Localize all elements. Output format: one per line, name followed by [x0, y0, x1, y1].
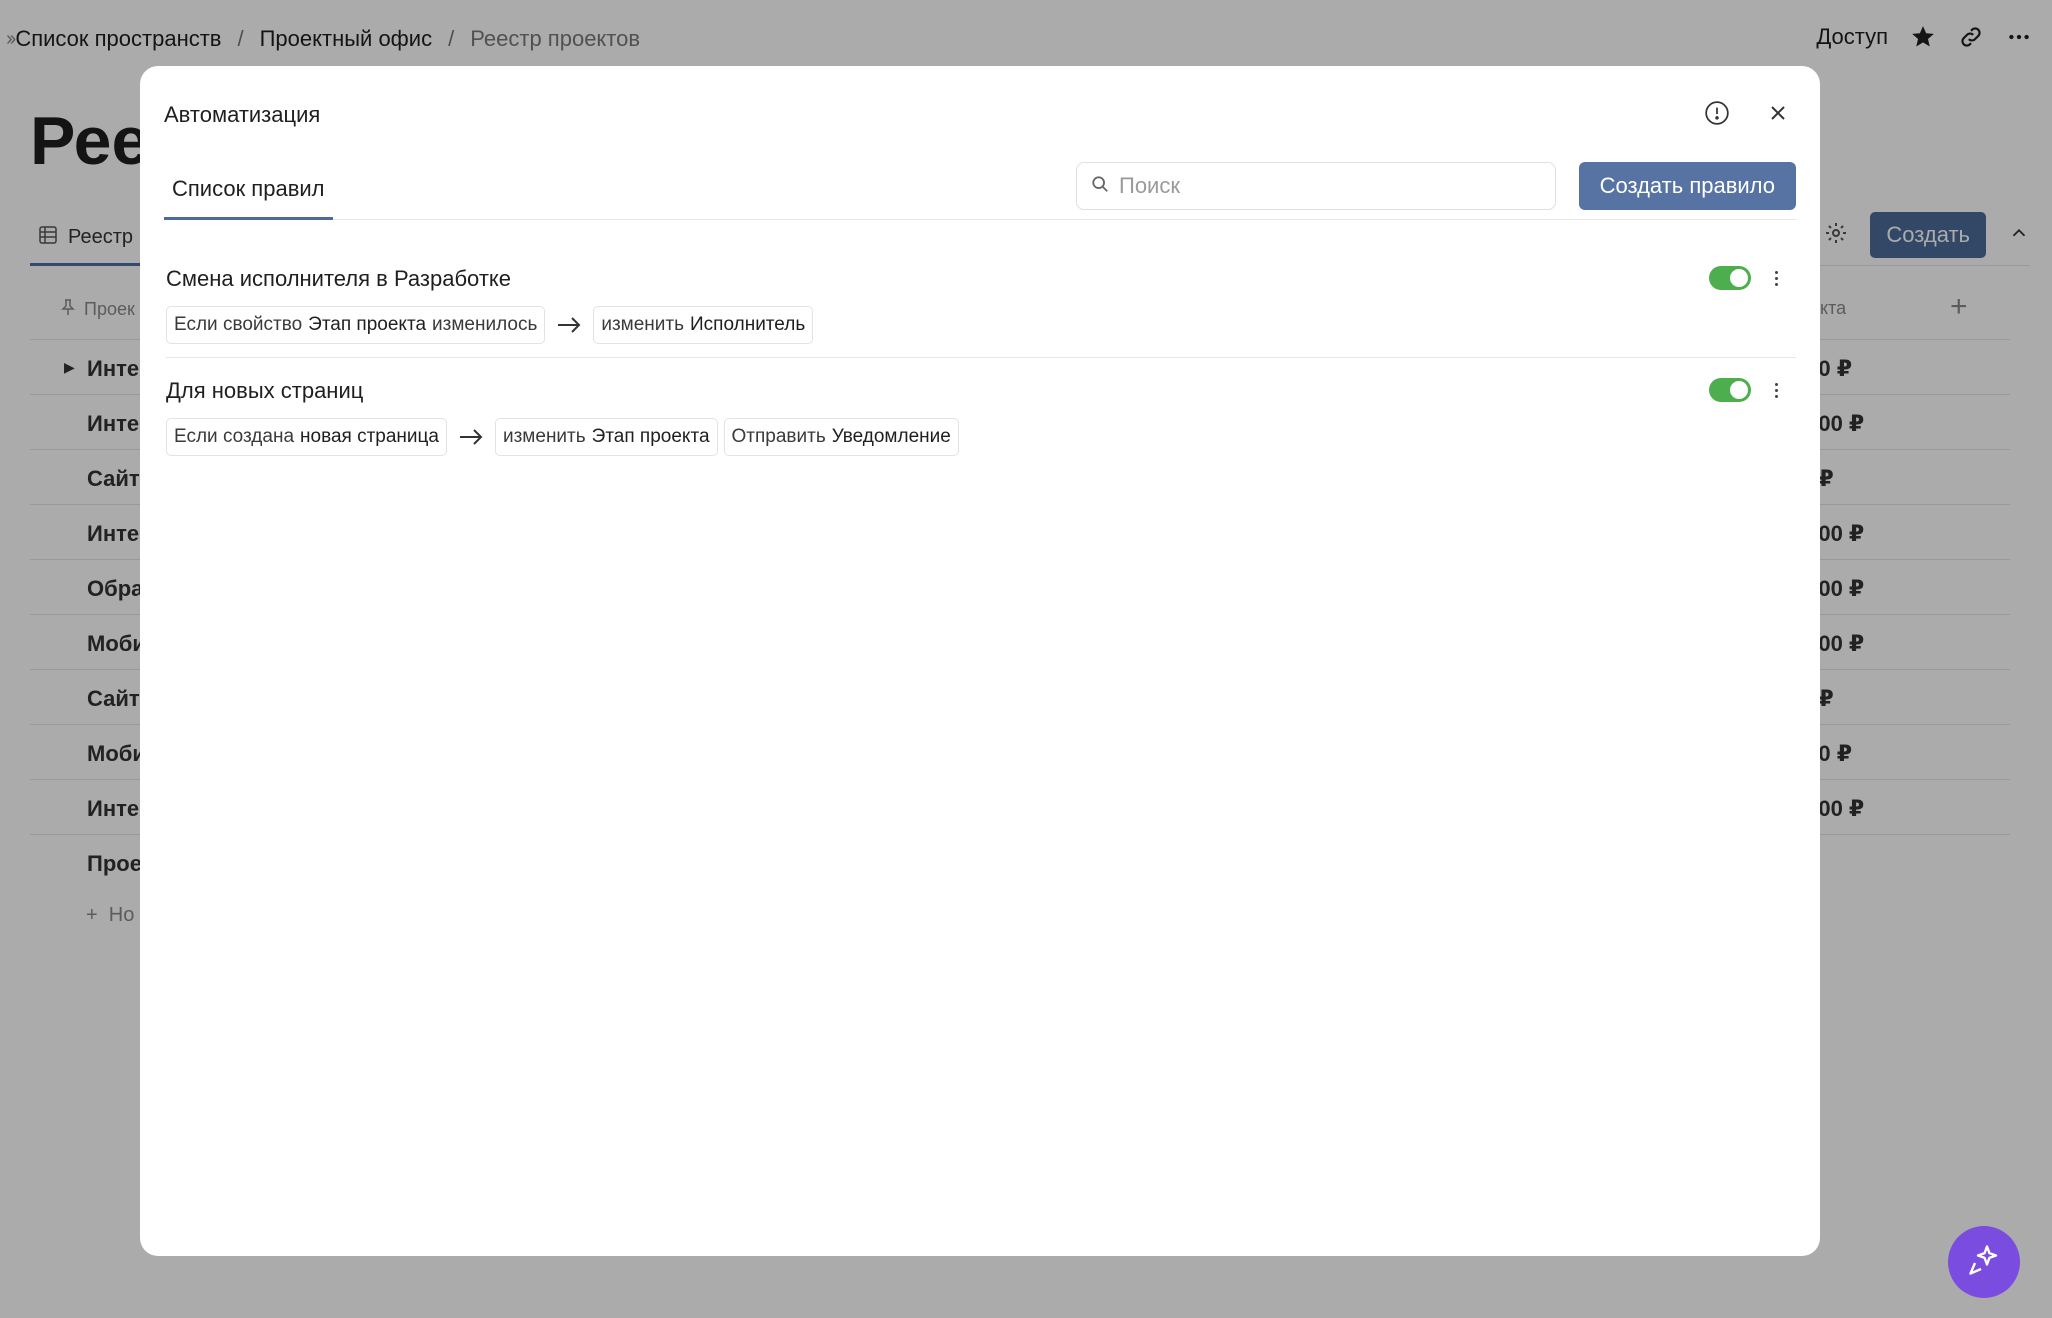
arrow-right-icon — [545, 315, 593, 335]
action-chip[interactable]: Отправить Уведомление — [723, 418, 959, 456]
search-icon — [1091, 175, 1109, 198]
rule-flow: Если создана новая страница изменить Эта… — [166, 418, 959, 456]
rule-enabled-toggle[interactable] — [1709, 266, 1751, 290]
rule-controls — [1709, 266, 1782, 290]
action-chip[interactable]: изменить Исполнитель — [593, 306, 814, 344]
sparkle-icon — [1966, 1242, 2002, 1283]
search-box — [1076, 162, 1556, 210]
rule-item[interactable]: Смена исполнителя в Разработке Если свой… — [166, 256, 1796, 358]
rule-controls — [1709, 378, 1782, 402]
modal-tabs: Список правил Создать правило — [164, 162, 1796, 220]
search-input[interactable] — [1119, 173, 1519, 199]
rule-menu-icon[interactable] — [1771, 381, 1782, 400]
rule-enabled-toggle[interactable] — [1709, 378, 1751, 402]
close-icon[interactable] — [1768, 103, 1788, 128]
rule-item[interactable]: Для новых страниц Если создана новая стр… — [166, 368, 1796, 468]
trigger-chip[interactable]: Если свойство Этап проекта изменилось — [166, 306, 546, 344]
trigger-chip[interactable]: Если создана новая страница — [166, 418, 447, 456]
rule-menu-icon[interactable] — [1771, 269, 1782, 288]
rule-name: Для новых страниц — [166, 378, 364, 403]
create-rule-button[interactable]: Создать правило — [1578, 162, 1796, 210]
modal-title: Автоматизация — [164, 102, 321, 127]
tab-rules-list[interactable]: Список правил — [164, 162, 333, 220]
info-icon[interactable] — [1704, 100, 1730, 131]
action-chip[interactable]: изменить Этап проекта — [494, 418, 718, 456]
modal-header-actions — [1704, 100, 1788, 131]
automation-modal: Автоматизация Список правил Создать прав… — [140, 66, 1820, 1256]
rule-name: Смена исполнителя в Разработке — [166, 266, 511, 291]
ai-assistant-button[interactable] — [1948, 1226, 2020, 1298]
rule-flow: Если свойство Этап проекта изменилось из… — [166, 306, 814, 344]
arrow-right-icon — [447, 427, 495, 447]
